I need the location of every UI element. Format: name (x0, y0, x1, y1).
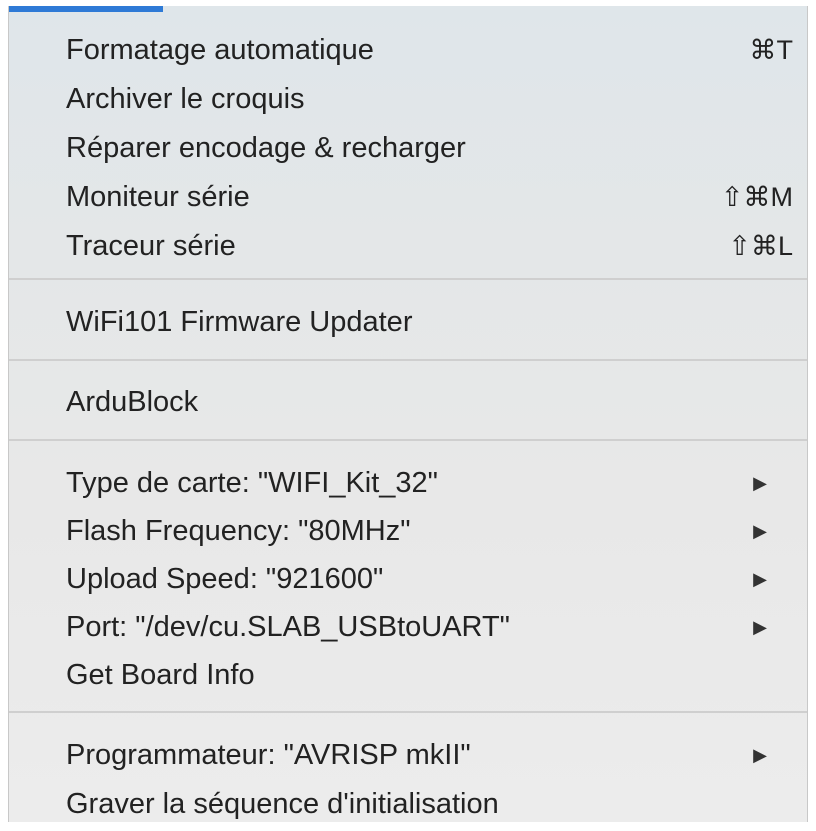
menu-item-label: Traceur série (66, 230, 236, 262)
menu-item-label: Upload Speed: "921600" (66, 563, 384, 595)
menu-item-auto-format[interactable]: Formatage automatique ⌘T (66, 26, 807, 75)
menu-item-get-board-info[interactable]: Get Board Info (66, 651, 807, 700)
tools-menu: Formatage automatique ⌘T Archiver le cro… (8, 6, 808, 822)
menu-item-label: WiFi101 Firmware Updater (66, 306, 413, 338)
submenu-arrow-icon: ▶ (753, 617, 767, 637)
keyboard-shortcut: ⌘T (749, 35, 794, 65)
menu-item-wifi101-firmware-updater[interactable]: WiFi101 Firmware Updater (66, 298, 807, 347)
menu-item-upload-speed[interactable]: Upload Speed: "921600" ▶ (66, 555, 807, 604)
menu-item-label: Flash Frequency: "80MHz" (66, 515, 411, 547)
menu-item-serial-plotter[interactable]: Traceur série ⇧⌘L (66, 222, 807, 271)
menu-item-port[interactable]: Port: "/dev/cu.SLAB_USBtoUART" ▶ (66, 603, 807, 652)
menu-item-label: ArduBlock (66, 386, 199, 418)
menu-item-label: Réparer encodage & recharger (66, 132, 466, 164)
keyboard-shortcut: ⇧⌘M (720, 182, 793, 212)
menu-item-label: Port: "/dev/cu.SLAB_USBtoUART" (66, 611, 510, 643)
menu-separator (9, 359, 807, 361)
menu-separator (9, 278, 807, 280)
menu-item-board-type[interactable]: Type de carte: "WIFI_Kit_32" ▶ (66, 459, 807, 508)
menu-item-programmer[interactable]: Programmateur: "AVRISP mkII" ▶ (66, 731, 807, 780)
menu-item-flash-frequency[interactable]: Flash Frequency: "80MHz" ▶ (66, 507, 807, 556)
menu-item-label: Graver la séquence d'initialisation (66, 788, 499, 820)
menu-item-label: Programmateur: "AVRISP mkII" (66, 739, 471, 771)
menu-separator (9, 439, 807, 441)
menu-item-label: Get Board Info (66, 659, 255, 691)
submenu-arrow-icon: ▶ (753, 745, 767, 765)
menu-item-label: Moniteur série (66, 181, 250, 213)
menu-item-ardublock[interactable]: ArduBlock (66, 378, 807, 427)
keyboard-shortcut: ⇧⌘L (728, 231, 793, 261)
submenu-arrow-icon: ▶ (753, 521, 767, 541)
menu-title-highlight (9, 6, 163, 12)
menu-item-serial-monitor[interactable]: Moniteur série ⇧⌘M (66, 173, 807, 222)
menu-item-archive-sketch[interactable]: Archiver le croquis (66, 75, 807, 124)
submenu-arrow-icon: ▶ (753, 473, 767, 493)
menu-separator (9, 711, 807, 713)
menu-item-label: Archiver le croquis (66, 83, 305, 115)
menu-item-burn-bootloader[interactable]: Graver la séquence d'initialisation (66, 780, 807, 829)
menu-item-fix-encoding-reload[interactable]: Réparer encodage & recharger (66, 124, 807, 173)
menu-item-label: Type de carte: "WIFI_Kit_32" (66, 467, 438, 499)
submenu-arrow-icon: ▶ (753, 569, 767, 589)
menu-item-label: Formatage automatique (66, 34, 374, 66)
